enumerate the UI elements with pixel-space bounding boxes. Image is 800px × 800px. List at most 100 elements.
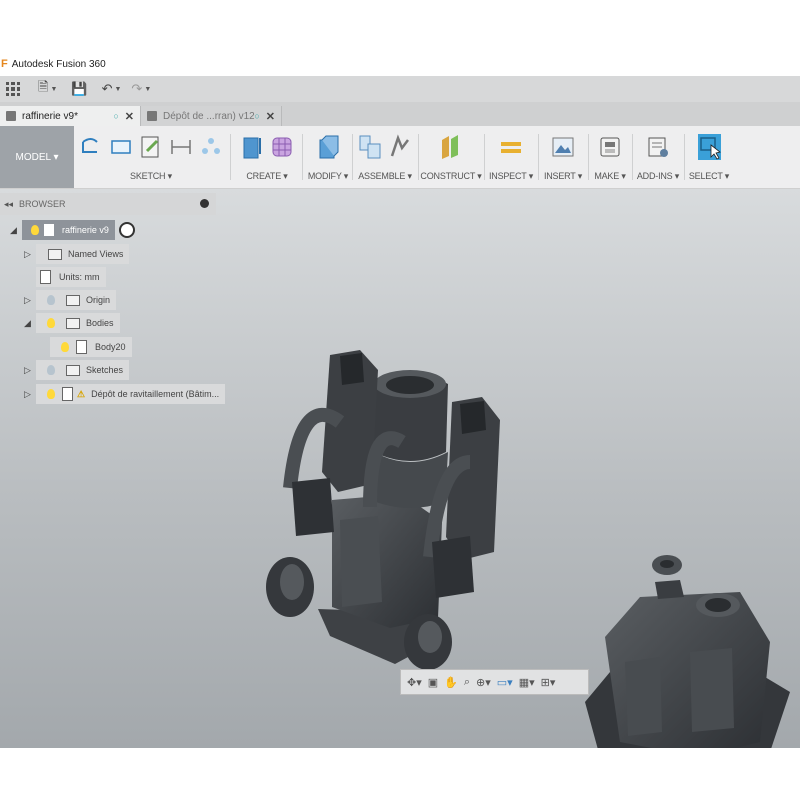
fit-icon[interactable]: ⊕▾	[476, 676, 491, 689]
extrude-icon[interactable]	[240, 132, 264, 162]
visibility-bulb-icon[interactable]	[47, 389, 55, 399]
refinery-model[interactable]	[266, 350, 500, 670]
tree-label: Body20	[95, 342, 126, 352]
undo-icon: ↶	[101, 81, 113, 96]
visibility-bulb-icon[interactable]	[47, 318, 55, 328]
tree-label: Units: mm	[59, 272, 100, 282]
data-panel-button[interactable]	[6, 78, 20, 100]
insert-group[interactable]: INSERT ▾	[540, 126, 586, 188]
scripts-icon[interactable]	[646, 132, 670, 162]
insert-image-icon[interactable]	[551, 132, 575, 162]
component-icon	[62, 387, 73, 401]
tree-item-named-views[interactable]: ▷ Named Views	[24, 244, 130, 264]
undo-button[interactable]: ↶ ▼	[102, 78, 122, 100]
modify-group[interactable]: MODIFY ▾	[304, 126, 352, 188]
addins-label: ADD-INS ▾	[636, 171, 680, 181]
new-component-icon[interactable]	[358, 132, 382, 162]
inspect-group[interactable]: INSPECT ▾	[486, 126, 536, 188]
arc-icon[interactable]	[79, 132, 103, 162]
tab-raffinerie[interactable]: raffinerie v9* ○ ✕	[0, 106, 141, 126]
assemble-label: ASSEMBLE ▾	[358, 171, 412, 181]
expand-arrow-icon[interactable]: ▷	[24, 389, 36, 400]
save-button[interactable]: 💾	[71, 78, 87, 100]
title-bar: F Autodesk Fusion 360	[0, 52, 800, 76]
tree-root-label: raffinerie v9	[62, 225, 109, 235]
look-at-icon[interactable]: ▣	[428, 676, 438, 689]
3d-viewport[interactable]	[0, 189, 800, 748]
zoom-icon[interactable]: ⌕	[464, 676, 470, 689]
viewports-icon[interactable]: ⊞▾	[541, 676, 556, 689]
model-render	[266, 350, 790, 748]
tree-item-body20[interactable]: Body20	[50, 337, 132, 357]
workspace-switcher[interactable]: MODEL ▾	[0, 126, 74, 188]
offset-plane-icon[interactable]	[439, 132, 463, 162]
units-doc-icon	[40, 270, 51, 284]
folder-icon	[48, 248, 62, 260]
tab-depot[interactable]: Dépôt de ...rran) v12 ○ ✕	[141, 106, 282, 126]
collapse-browser-icon[interactable]: ◂◂	[4, 199, 13, 210]
collapse-arrow-icon[interactable]: ◢	[10, 225, 22, 236]
warning-icon[interactable]: ⚠	[77, 389, 85, 400]
create-sketch-icon[interactable]	[139, 132, 163, 162]
folder-icon	[66, 317, 80, 329]
create-label: CREATE ▾	[246, 171, 288, 181]
save-icon: 💾	[71, 81, 88, 96]
assemble-group[interactable]: ASSEMBLE ▾	[354, 126, 416, 188]
press-pull-icon[interactable]	[316, 132, 340, 162]
redo-button[interactable]: ↷ ▼	[131, 78, 151, 100]
tree-label: Bodies	[86, 318, 114, 328]
body-icon	[76, 340, 87, 354]
dimension-icon[interactable]	[169, 132, 193, 162]
folder-icon	[66, 364, 80, 376]
insert-label: INSERT ▾	[543, 171, 583, 181]
3d-print-icon[interactable]	[598, 132, 622, 162]
construct-label: CONSTRUCT ▾	[420, 171, 482, 181]
depot-model[interactable]	[585, 555, 790, 748]
file-menu-button[interactable]: 🗎 ▼	[38, 78, 57, 100]
document-icon	[44, 224, 54, 236]
modify-label: MODIFY ▾	[307, 171, 349, 181]
make-group[interactable]: MAKE ▾	[590, 126, 630, 188]
sketch-group[interactable]: SKETCH ▾	[76, 126, 226, 188]
grid-settings-icon[interactable]: ▦▾	[519, 676, 535, 689]
addins-group[interactable]: ADD-INS ▾	[634, 126, 682, 188]
select-icon[interactable]	[697, 132, 721, 162]
visibility-bulb-icon[interactable]	[47, 365, 55, 375]
design-icon	[6, 111, 16, 121]
quick-access-toolbar: 🗎 ▼ 💾 ↶ ▼ ↷ ▼	[0, 76, 800, 102]
joint-icon[interactable]	[388, 132, 412, 162]
browser-panel-header[interactable]: ◂◂ BROWSER	[0, 193, 216, 215]
tree-item-sketches[interactable]: ▷ Sketches	[24, 360, 130, 380]
constraint-icon[interactable]	[199, 132, 223, 162]
tree-root[interactable]: ◢ raffinerie v9	[10, 220, 135, 240]
activate-radio-icon[interactable]	[118, 222, 135, 238]
rectangle-icon[interactable]	[109, 132, 133, 162]
tree-item-bodies[interactable]: ◢ Bodies	[24, 313, 120, 333]
select-group[interactable]: SELECT ▾	[686, 126, 732, 188]
redo-icon: ↷	[131, 81, 143, 96]
close-tab-icon[interactable]: ✕	[125, 110, 134, 123]
orbit-icon[interactable]: ✥▾	[407, 676, 422, 689]
create-group[interactable]: CREATE ▾	[234, 126, 300, 188]
form-icon[interactable]	[270, 132, 294, 162]
expand-arrow-icon[interactable]: ▷	[24, 249, 36, 260]
visibility-bulb-icon[interactable]	[47, 295, 55, 305]
expand-arrow-icon[interactable]: ▷	[24, 295, 36, 306]
construct-group[interactable]: CONSTRUCT ▾	[420, 126, 482, 188]
tree-label: Named Views	[68, 249, 124, 259]
grid-icon	[6, 82, 20, 96]
tree-item-depot[interactable]: ▷ ⚠ Dépôt de ravitaillement (Bâtim...	[24, 384, 226, 404]
visibility-bulb-icon[interactable]	[61, 342, 69, 352]
browser-options-icon[interactable]	[200, 199, 209, 208]
pan-icon[interactable]: ✋	[444, 676, 458, 689]
display-settings-icon[interactable]: ▭▾	[497, 676, 513, 689]
collapse-arrow-icon[interactable]: ◢	[24, 318, 36, 329]
expand-arrow-icon[interactable]: ▷	[24, 365, 36, 376]
tree-item-units[interactable]: Units: mm	[36, 267, 106, 287]
make-label: MAKE ▾	[594, 171, 626, 181]
visibility-bulb-icon[interactable]	[31, 225, 39, 235]
measure-icon[interactable]	[499, 132, 523, 162]
tree-label: Dépôt de ravitaillement (Bâtim...	[91, 389, 220, 399]
close-tab-icon[interactable]: ✕	[266, 110, 275, 123]
tree-item-origin[interactable]: ▷ Origin	[24, 290, 117, 310]
